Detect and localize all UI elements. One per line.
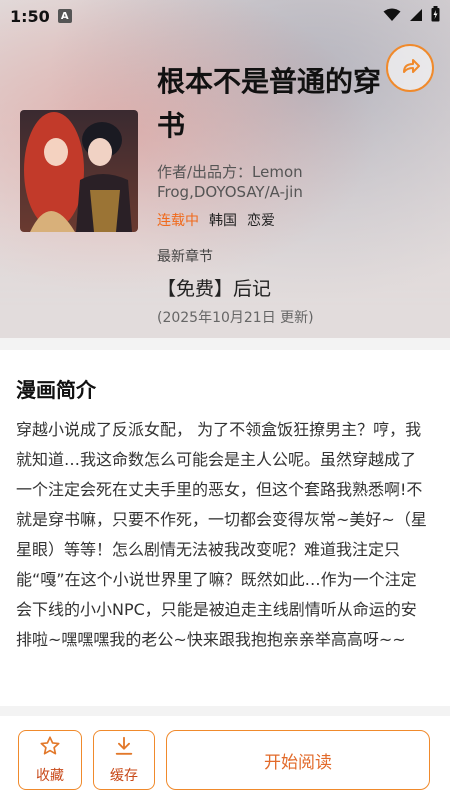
share-icon — [398, 54, 422, 82]
start-reading-label: 开始阅读 — [264, 752, 332, 773]
cache-label: 缓存 — [110, 768, 138, 784]
comic-author: 作者/出品方：Lemon Frog,DOYOSAY/A-jin — [157, 163, 303, 201]
comic-tags: 连载中 韩国 恋爱 — [157, 210, 387, 230]
battery-icon — [431, 6, 440, 26]
favorite-button[interactable]: 收藏 — [18, 730, 82, 790]
wifi-icon — [383, 7, 401, 26]
genre-tag[interactable]: 恋爱 — [247, 210, 275, 230]
share-button[interactable] — [386, 44, 434, 92]
comic-cover[interactable] — [20, 110, 138, 232]
latest-chapter-label: 最新章节 — [157, 249, 213, 265]
cache-button[interactable]: 缓存 — [93, 730, 155, 790]
synopsis-text: 穿越小说成了反派女配， 为了不领盒饭狂撩男主？哼，我就知道…我这命数怎么可能会是… — [16, 420, 427, 649]
status-bar: 1:50 A — [0, 0, 450, 32]
start-reading-button[interactable]: 开始阅读 — [166, 730, 430, 790]
status-time: 1:50 — [10, 6, 50, 26]
bottom-action-bar: 收藏 缓存 开始阅读 — [0, 716, 450, 800]
notification-badge: A — [57, 9, 72, 23]
comic-info: 根本不是普通的穿书 作者/出品方：Lemon Frog,DOYOSAY/A-ji… — [157, 60, 387, 327]
latest-update-date: (2025年10月21日 更新) — [157, 310, 314, 326]
signal-icon — [409, 7, 423, 26]
favorite-label: 收藏 — [36, 768, 64, 784]
star-icon — [39, 735, 61, 765]
genre-tag[interactable]: 韩国 — [209, 210, 237, 230]
download-icon — [113, 735, 135, 765]
synopsis-section: 漫画简介 穿越小说成了反派女配， 为了不领盒饭狂撩男主？哼，我就知道…我这命数怎… — [0, 350, 450, 706]
synopsis-title: 漫画简介 — [16, 378, 96, 402]
latest-chapter-link[interactable]: 【免费】后记 — [157, 274, 387, 301]
comic-title: 根本不是普通的穿书 — [157, 65, 382, 142]
status-tag: 连载中 — [157, 213, 199, 229]
